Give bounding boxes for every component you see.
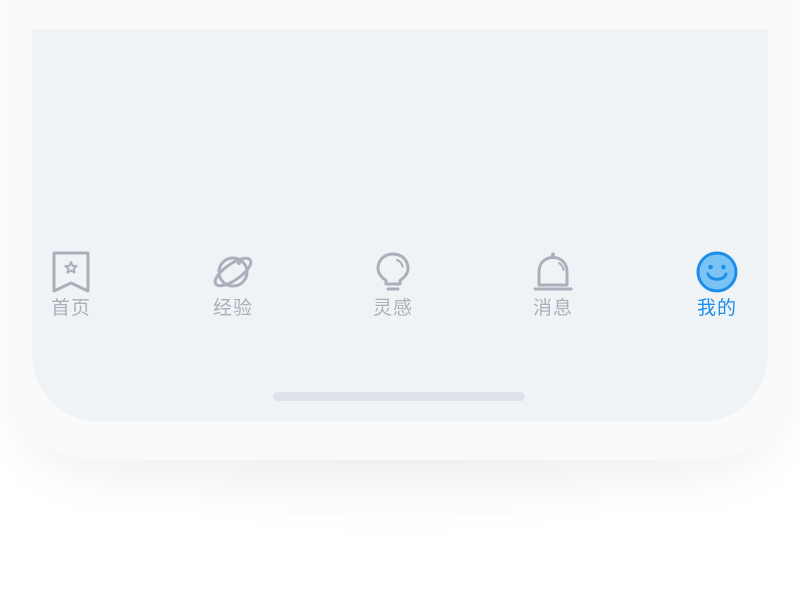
home-bookmark-icon [52, 251, 90, 293]
tab-inspiration-label: 灵感 [372, 297, 413, 319]
bell-icon [533, 252, 573, 291]
page: 首页 经验 灵感 消息 我的 [0, 0, 800, 600]
bottom-tab-bar: 首页 经验 灵感 消息 我的 [32, 250, 768, 330]
tab-home[interactable]: 首页 [32, 250, 111, 330]
tab-home-label: 首页 [50, 297, 91, 319]
app-screen: 首页 经验 灵感 消息 我的 [32, 30, 768, 422]
planet-icon [213, 256, 253, 288]
smiley-face-icon [696, 251, 738, 293]
tab-experience-label: 经验 [212, 297, 253, 319]
tab-experience[interactable]: 经验 [193, 250, 273, 330]
tab-mine-label: 我的 [696, 297, 737, 319]
tab-messages-label: 消息 [532, 297, 573, 319]
home-indicator[interactable] [273, 392, 525, 401]
lightbulb-icon [376, 252, 410, 291]
tab-messages[interactable]: 消息 [513, 250, 593, 330]
tab-mine[interactable]: 我的 [677, 250, 757, 330]
tab-inspiration[interactable]: 灵感 [353, 250, 433, 330]
